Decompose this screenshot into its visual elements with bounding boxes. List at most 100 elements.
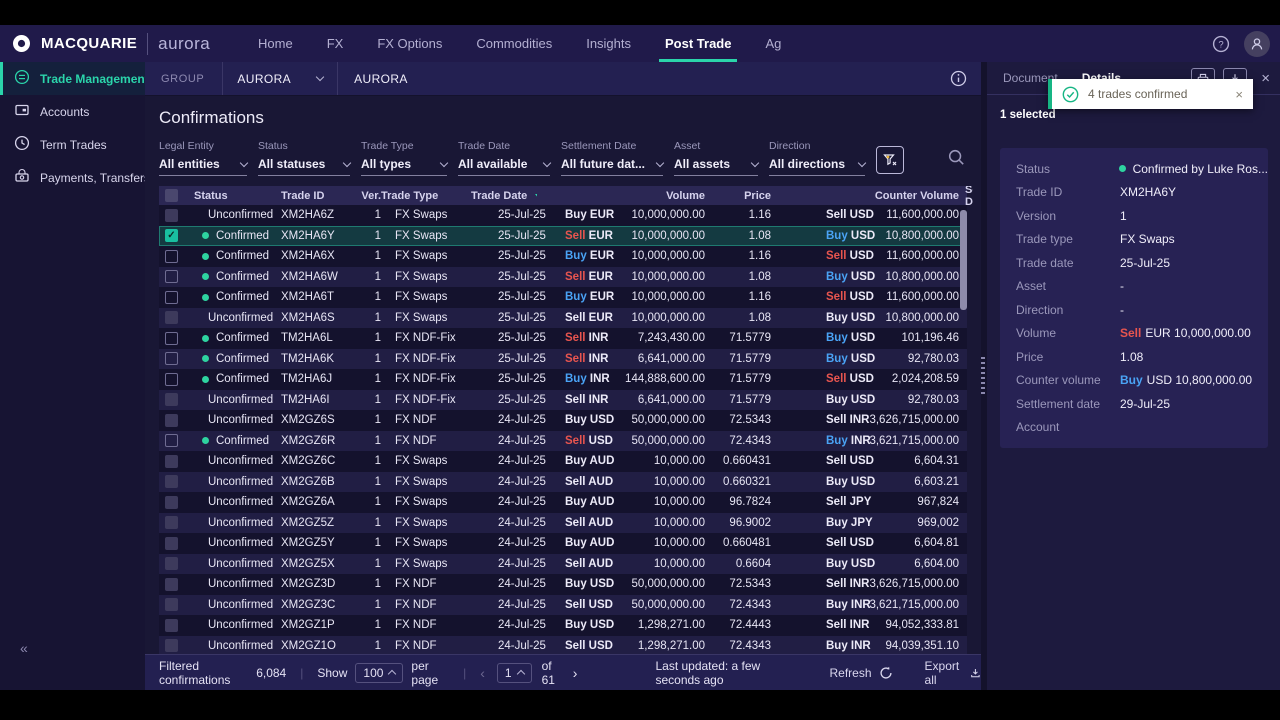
- row-checkbox[interactable]: [165, 270, 178, 283]
- trade-date-cell: 25-Jul-25: [471, 230, 537, 242]
- row-checkbox[interactable]: [165, 352, 178, 365]
- table-row[interactable]: UnconfirmedXM2HA6Z1FX Swaps25-Jul-25Buy …: [159, 205, 967, 226]
- direction-value: Sell: [565, 599, 585, 611]
- group-select[interactable]: AURORA: [222, 62, 338, 95]
- status-dot-empty: [199, 499, 206, 506]
- table-row[interactable]: ConfirmedXM2HA6W1FX Swaps25-Jul-25Sell E…: [159, 267, 967, 288]
- row-checkbox[interactable]: ✓: [165, 229, 178, 242]
- nav-item-ag[interactable]: Ag: [765, 25, 781, 62]
- table-row[interactable]: UnconfirmedXM2GZ5Y1FX Swaps24-Jul-25Buy …: [159, 533, 967, 554]
- nav-item-fx[interactable]: FX: [327, 25, 344, 62]
- row-checkbox-cell: [159, 578, 187, 591]
- status-dot-empty: [199, 396, 206, 403]
- table-row[interactable]: ConfirmedXM2HA6X1FX Swaps25-Jul-25Buy EU…: [159, 246, 967, 267]
- detail-row-status: StatusConfirmed by Luke Ros...: [1000, 157, 1268, 181]
- filter-select[interactable]: All available: [458, 157, 550, 171]
- table-row[interactable]: ConfirmedXM2HA6T1FX Swaps25-Jul-25Buy EU…: [159, 287, 967, 308]
- sidebar-item-payments-transfers[interactable]: Payments, Transfers & ...: [0, 161, 145, 194]
- table-row[interactable]: UnconfirmedXM2GZ5Z1FX Swaps24-Jul-25Sell…: [159, 513, 967, 534]
- group-select-value: AURORA: [237, 72, 291, 86]
- row-checkbox-cell: [159, 414, 187, 427]
- status-cell: Unconfirmed: [187, 455, 281, 467]
- trade-date-cell: 25-Jul-25: [471, 373, 537, 385]
- sidebar-item-term-trades[interactable]: Term Trades: [0, 128, 145, 161]
- detail-label: Counter volume: [1000, 373, 1120, 387]
- user-avatar[interactable]: [1244, 31, 1270, 57]
- table-row[interactable]: UnconfirmedXM2HA6S1FX Swaps25-Jul-25Sell…: [159, 308, 967, 329]
- detail-value: BuyUSD 10,800,000.00: [1120, 373, 1252, 387]
- row-checkbox-cell: [159, 598, 187, 611]
- vertical-scrollbar[interactable]: [960, 210, 967, 310]
- help-icon[interactable]: ?: [1212, 35, 1230, 53]
- sidebar-item-accounts[interactable]: Accounts: [0, 95, 145, 128]
- table-row[interactable]: UnconfirmedXM2GZ6C1FX Swaps24-Jul-25Buy …: [159, 451, 967, 472]
- detail-row-price: Price1.08: [1000, 345, 1268, 369]
- counter-volume-cell: 3,626,715,000.00: [849, 414, 959, 426]
- page-size-select[interactable]: 100: [355, 663, 403, 683]
- trade-date-cell: 24-Jul-25: [471, 455, 537, 467]
- brand-product: aurora: [158, 34, 210, 54]
- nav-item-post-trade[interactable]: Post Trade: [665, 25, 731, 62]
- sidebar-collapse-button[interactable]: «: [20, 640, 28, 656]
- nav-item-commodities[interactable]: Commodities: [476, 25, 552, 62]
- table-row[interactable]: ConfirmedTM2HA6K1FX NDF-Fix25-Jul-25Sell…: [159, 349, 967, 370]
- table-row[interactable]: UnconfirmedXM2GZ3C1FX NDF24-Jul-25Sell U…: [159, 595, 967, 616]
- table-row[interactable]: UnconfirmedXM2GZ6S1FX NDF24-Jul-25Buy US…: [159, 410, 967, 431]
- status-cell: Unconfirmed: [187, 394, 281, 406]
- toast-close-icon[interactable]: ×: [1235, 87, 1243, 102]
- next-page-button[interactable]: ›: [573, 665, 578, 681]
- table-row[interactable]: ConfirmedXM2GZ6R1FX NDF24-Jul-25Sell USD…: [159, 431, 967, 452]
- table-row[interactable]: ✓ConfirmedXM2HA6Y1FX Swaps25-Jul-25Sell …: [159, 226, 967, 247]
- column-header-label: Trade Date: [471, 190, 527, 202]
- counter-volume-cell: 2,024,208.59: [849, 373, 959, 385]
- row-checkbox-cell: [159, 352, 187, 365]
- sort-desc-icon[interactable]: [535, 194, 537, 199]
- details-panel: Document Details ×: [987, 62, 1280, 690]
- table-row[interactable]: UnconfirmedTM2HA6I1FX NDF-Fix25-Jul-25Se…: [159, 390, 967, 411]
- trade-id-cell: XM2GZ6C: [281, 455, 361, 467]
- direction-value: Sell: [565, 435, 585, 447]
- info-icon[interactable]: [950, 70, 967, 92]
- per-page-label: per page: [411, 659, 449, 687]
- export-all-button[interactable]: Export all: [925, 659, 981, 687]
- search-icon[interactable]: [947, 148, 965, 171]
- table-row[interactable]: UnconfirmedXM2GZ3D1FX NDF24-Jul-25Buy US…: [159, 574, 967, 595]
- row-checkbox[interactable]: [165, 250, 178, 263]
- row-checkbox: [165, 414, 178, 427]
- row-checkbox[interactable]: [165, 373, 178, 386]
- clear-filters-button[interactable]: [876, 146, 904, 174]
- filter-select[interactable]: All directions: [769, 157, 865, 171]
- row-checkbox-cell: [159, 455, 187, 468]
- page-number-select[interactable]: 1: [497, 663, 532, 683]
- sidebar-item-trade-management[interactable]: Trade Management: [0, 62, 145, 95]
- refresh-button[interactable]: Refresh: [830, 666, 893, 680]
- table-row[interactable]: ConfirmedTM2HA6L1FX NDF-Fix25-Jul-25Sell…: [159, 328, 967, 349]
- nav-item-insights[interactable]: Insights: [586, 25, 631, 62]
- status-text: Confirmed: [216, 435, 269, 447]
- column-header: Price: [705, 190, 771, 202]
- filter-select[interactable]: All future dat...: [561, 157, 663, 171]
- previous-page-button[interactable]: ‹: [480, 665, 485, 681]
- table-row[interactable]: UnconfirmedXM2GZ6B1FX Swaps24-Jul-25Sell…: [159, 472, 967, 493]
- nav-item-fx-options[interactable]: FX Options: [377, 25, 442, 62]
- filter-select[interactable]: All entities: [159, 157, 247, 171]
- filter-select[interactable]: All assets: [674, 157, 758, 171]
- row-checkbox[interactable]: [165, 291, 178, 304]
- table-row[interactable]: ConfirmedTM2HA6J1FX NDF-Fix25-Jul-25Buy …: [159, 369, 967, 390]
- detail-text: -: [1120, 279, 1124, 293]
- panel-close-icon[interactable]: ×: [1261, 70, 1270, 87]
- table-row[interactable]: UnconfirmedXM2GZ1O1FX NDF24-Jul-25Sell U…: [159, 636, 967, 657]
- filter-select[interactable]: All types: [361, 157, 447, 171]
- table-row[interactable]: UnconfirmedXM2GZ5X1FX Swaps24-Jul-25Sell…: [159, 554, 967, 575]
- select-all-checkbox[interactable]: [159, 189, 187, 202]
- table-row[interactable]: UnconfirmedXM2GZ6A1FX Swaps24-Jul-25Buy …: [159, 492, 967, 513]
- counter-direction-value: Sell: [826, 537, 846, 549]
- nav-item-home[interactable]: Home: [258, 25, 293, 62]
- direction-value: Buy: [565, 250, 587, 262]
- row-checkbox[interactable]: [165, 434, 178, 447]
- row-checkbox[interactable]: [165, 332, 178, 345]
- filter-select[interactable]: All statuses: [258, 157, 350, 171]
- table-row[interactable]: UnconfirmedXM2GZ1P1FX NDF24-Jul-25Buy US…: [159, 615, 967, 636]
- trade-date-cell: 24-Jul-25: [471, 619, 537, 631]
- drag-handle-icon[interactable]: [979, 357, 985, 397]
